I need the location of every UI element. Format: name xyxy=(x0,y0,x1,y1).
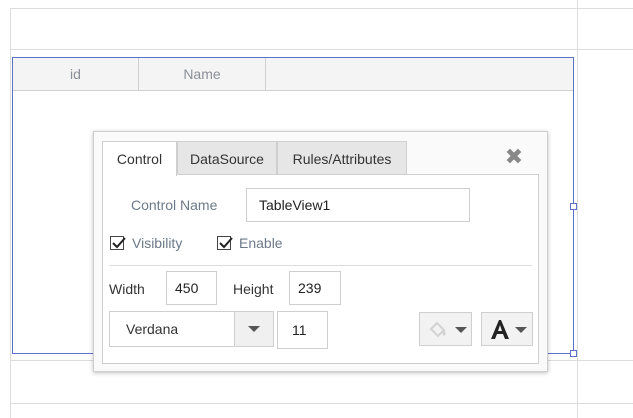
tab-rules-attributes[interactable]: Rules/Attributes xyxy=(277,141,407,175)
visibility-label: Visibility xyxy=(132,235,183,251)
resize-handle-bottom-right[interactable] xyxy=(570,350,577,357)
enable-checkbox[interactable] xyxy=(217,236,233,250)
canvas-grid-line xyxy=(10,403,633,404)
canvas-grid-line xyxy=(10,49,633,50)
checkmark-icon xyxy=(219,237,233,249)
font-family-select[interactable]: Verdana xyxy=(109,311,274,347)
enable-label: Enable xyxy=(239,235,283,251)
control-name-input[interactable]: TableView1 xyxy=(246,188,470,222)
font-size-input[interactable]: 11 xyxy=(277,311,328,349)
font-letter-icon xyxy=(491,320,509,339)
color-picker-button[interactable] xyxy=(419,312,472,346)
column-header-id[interactable]: id xyxy=(13,58,139,90)
control-name-label: Control Name xyxy=(131,197,218,213)
chevron-down-icon[interactable] xyxy=(234,312,273,346)
canvas-grid-line xyxy=(577,0,578,418)
paint-bucket-icon xyxy=(429,321,446,338)
column-header-name[interactable]: Name xyxy=(139,58,266,90)
resize-handle-right[interactable] xyxy=(570,203,577,210)
section-divider xyxy=(109,265,532,266)
tab-panel-control: Control Name TableView1 Visibility Enabl… xyxy=(102,174,539,364)
font-style-button[interactable] xyxy=(481,312,533,346)
table-header: id Name xyxy=(13,58,573,91)
width-input[interactable]: 450 xyxy=(166,271,217,305)
properties-dialog: Control DataSource Rules/Attributes ✖ Co… xyxy=(93,131,548,372)
close-icon[interactable]: ✖ xyxy=(503,146,525,168)
height-input[interactable]: 239 xyxy=(289,271,341,305)
tab-control[interactable]: Control xyxy=(102,141,177,176)
visibility-checkbox[interactable] xyxy=(110,236,126,250)
height-label: Height xyxy=(233,281,274,297)
width-label: Width xyxy=(109,281,145,297)
font-family-value: Verdana xyxy=(126,321,179,337)
checkmark-icon xyxy=(112,237,126,249)
tab-datasource[interactable]: DataSource xyxy=(177,141,277,175)
